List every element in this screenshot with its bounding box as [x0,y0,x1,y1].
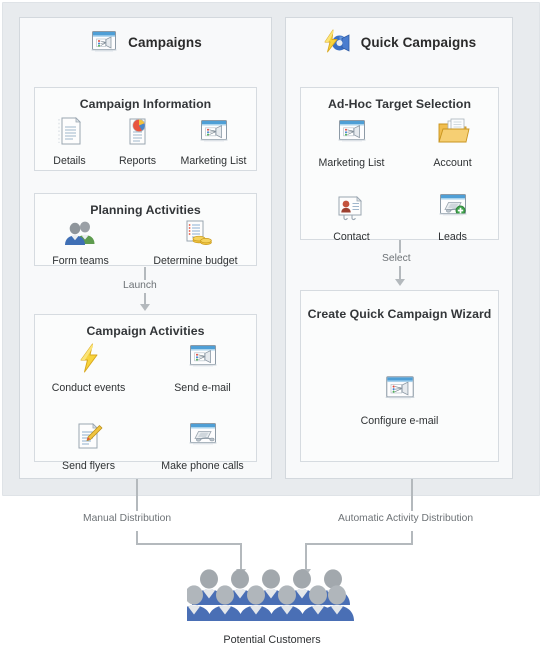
leads-phone-icon [436,191,470,228]
launch-connector-label: Launch [120,280,160,291]
group-create-quick-campaign-wizard: Create Quick Campaign Wizard Configure e… [300,290,499,462]
marketing-list-icon [335,117,369,154]
tile-label: Marketing List [180,155,247,167]
send-email-icon [186,342,220,379]
tile-contact[interactable]: Contact [317,191,387,243]
tile-account[interactable]: Account [423,117,483,169]
two-people-icon [62,219,100,252]
launch-connector-arrowhead [140,304,150,311]
campaign-window-icon [89,28,119,59]
tile-configure-email[interactable]: Configure e-mail [345,373,455,427]
budget-coins-icon [179,219,213,252]
select-connector-label: Select [379,253,414,264]
tile-reports[interactable]: Reports [110,115,166,167]
tile-label: Details [53,155,86,167]
tile-make-phone-calls[interactable]: Make phone calls [161,420,244,473]
diagram-canvas: Campaigns Campaign Information Details R… [0,0,544,651]
group-ad-hoc-target-selection-title: Ad-Hoc Target Selection [327,97,472,111]
potential-customers-label: Potential Customers [223,634,321,646]
group-campaign-activities-title: Campaign Activities [86,324,205,338]
tile-label: Determine budget [153,255,238,267]
select-connector-line-bottom [399,266,401,280]
tile-label: Conduct events [51,382,126,394]
manual-distribution-label: Manual Distribution [80,513,175,524]
tile-label: Leads [438,231,467,244]
tile-details[interactable]: Details [42,115,98,167]
automatic-distribution-label: Automatic Activity Distribution [335,513,477,524]
quick-campaigns-header: Quick Campaigns [286,18,512,68]
select-connector-arrowhead [395,279,405,286]
contact-card-icon [335,191,369,228]
tile-label: Make phone calls [161,460,244,473]
crowd-of-people-icon [0,566,544,631]
tile-label: Configure e-mail [360,415,439,427]
tile-label: Send e-mail [174,382,231,394]
group-campaign-information: Campaign Information Details Reports Mar… [34,87,257,171]
report-chart-icon [123,115,153,152]
column-quick-campaigns: Quick Campaigns Ad-Hoc Target Selection [285,17,513,479]
tile-conduct-events[interactable]: Conduct events [50,342,128,394]
phone-icon [186,420,220,457]
quick-campaigns-title: Quick Campaigns [360,35,477,51]
tile-determine-budget[interactable]: Determine budget [146,219,246,267]
group-campaign-activities: Campaign Activities Conduct events Send … [34,314,257,472]
tile-send-email[interactable]: Send e-mail [164,342,242,394]
tile-label: Contact [333,231,370,244]
group-planning-activities: Planning Activities Form teams Determine… [34,193,257,267]
campaigns-title: Campaigns [128,35,202,51]
tile-form-teams[interactable]: Form teams [46,219,116,267]
column-campaigns: Campaigns Campaign Information Details R… [19,17,272,479]
tile-marketing-list-adhoc[interactable]: Marketing List [317,117,387,169]
lightning-bolt-icon [75,342,103,379]
group-create-quick-campaign-wizard-title: Create Quick Campaign Wizard [307,307,492,321]
tile-label: Form teams [52,255,109,267]
automatic-distribution-elbow [305,543,413,545]
marketing-list-icon [197,115,231,152]
tile-leads[interactable]: Leads [423,191,483,243]
quick-campaign-bolt-megaphone-icon [322,29,352,58]
configure-email-icon [382,373,418,412]
tile-label: Send flyers [62,460,115,473]
document-icon [55,115,85,152]
flyer-pencil-icon [73,420,105,457]
tile-label: Marketing List [318,157,385,169]
tile-label: Account [433,157,472,169]
automatic-distribution-stem [411,479,413,511]
tile-marketing-list[interactable]: Marketing List [178,115,250,167]
group-planning-activities-title: Planning Activities [90,203,201,217]
campaigns-header: Campaigns [20,18,271,68]
group-campaign-information-title: Campaign Information [79,97,212,111]
folder-icon [435,117,471,154]
tile-send-flyers[interactable]: Send flyers [50,420,128,472]
tile-label: Reports [118,155,157,167]
manual-distribution-stem [136,479,138,511]
manual-distribution-elbow [136,543,242,545]
group-ad-hoc-target-selection: Ad-Hoc Target Selection Marketing List A… [300,87,499,243]
potential-customers-block: Potential Customers [0,566,544,646]
